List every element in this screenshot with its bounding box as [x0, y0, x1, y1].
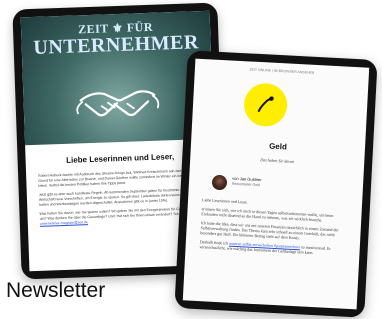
article-paragraph-3: Deshalb finde ich unseren selbst entwick… [199, 239, 345, 257]
newsletter-heading: Liebe Leserinnen und Leser, [65, 152, 175, 165]
section-title: Geld [268, 141, 288, 152]
article-body: Liebe Leserinnen und Leser, erinnern Sie… [199, 197, 348, 261]
browser-view-link[interactable]: ZEIT ONLINE | IM BROWSER ANSEHEN [195, 65, 369, 79]
newsletter-paragraph-1: Robert Habeck dachte mit Ausbruch des Uk… [38, 168, 197, 188]
section-subtitle: Das haben Sie davon [260, 157, 295, 164]
caption: Newsletter [6, 279, 106, 302]
zeit-logo-icon [257, 96, 274, 112]
author-block: von Jan Guldner Ressortleiter Geld [211, 173, 332, 199]
tablet-right: ZEIT ONLINE | IM BROWSER ANSEHEN Geld Da… [174, 50, 378, 318]
stage: ZEIT ⚜ FÜR UNTERNEHMER Liebe Leserinnen … [0, 0, 382, 319]
tablet-right-screen: ZEIT ONLINE | IM BROWSER ANSEHEN Geld Da… [182, 58, 370, 310]
author-role: Ressortleiter Geld [231, 181, 261, 188]
newsletter-email-link[interactable]: unternehmer-magazin@zeit.de [40, 220, 88, 226]
author-avatar [211, 174, 228, 191]
newsletter-paragraph-3-text: Was halten Sie davon, wie Sie sparen sol… [39, 206, 202, 221]
brand: ZEIT ⚜ FÜR UNTERNEHMER [21, 19, 211, 60]
handshake-icon [76, 90, 160, 117]
